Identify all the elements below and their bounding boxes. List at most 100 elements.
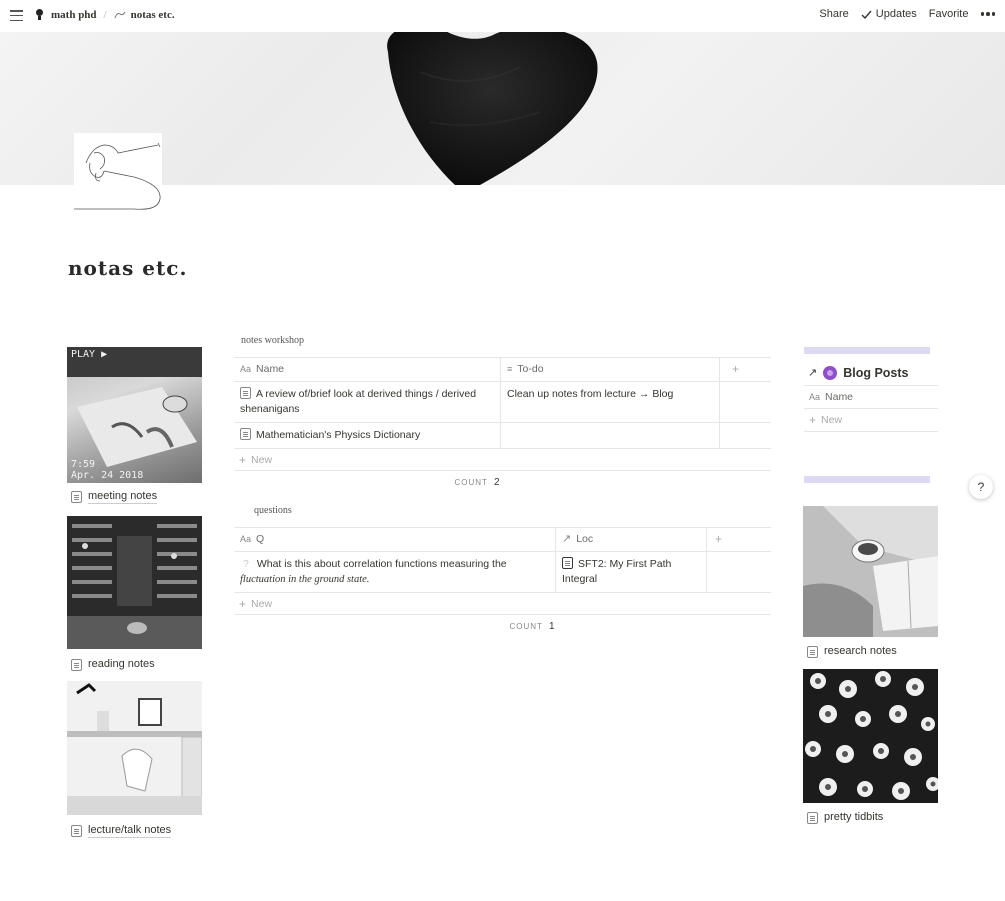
check-icon <box>861 10 872 19</box>
document-icon <box>71 658 82 671</box>
count-value: 2 <box>493 477 500 488</box>
vhs-date: Apr. 24 2018 <box>71 470 144 481</box>
row-todo-cell[interactable]: Clean up notes from lecture → Blog <box>501 382 720 422</box>
share-button[interactable]: Share <box>819 8 848 20</box>
row-name: A review of/brief look at derived things… <box>240 388 477 415</box>
more-options-icon[interactable] <box>980 12 995 16</box>
updates-button[interactable]: Updates <box>861 8 917 20</box>
table-row[interactable]: Mathematician's Physics Dictionary <box>234 422 771 448</box>
table-row[interactable]: ? What is this about correlation function… <box>234 551 771 592</box>
empty-cell <box>707 552 771 592</box>
gallery-card-reading-notes[interactable]: reading notes <box>67 516 202 671</box>
document-icon <box>807 645 818 658</box>
linked-page-icon <box>562 557 573 569</box>
breadcrumb-label: notas etc. <box>130 9 175 21</box>
count-label: COUNT <box>454 478 488 487</box>
gallery-card-research-notes[interactable]: research notes <box>803 506 938 658</box>
card-label: lecture/talk notes <box>67 824 202 838</box>
card-label: reading notes <box>67 658 202 671</box>
top-actions: Share Updates Favorite <box>807 8 995 20</box>
gallery-card-lecture-notes[interactable]: lecture/talk notes <box>67 681 202 838</box>
daisies-photo <box>803 669 938 803</box>
count-value: 1 <box>548 621 555 632</box>
notes-workshop-title[interactable]: notes workshop <box>235 335 311 348</box>
document-icon <box>240 428 251 440</box>
row-q: What is this about correlation functions… <box>256 558 507 570</box>
card-title[interactable]: reading notes <box>88 658 155 671</box>
new-label: New <box>251 597 273 610</box>
db-title-text: notes workshop <box>241 335 305 346</box>
research-notes-thumbnail <box>803 506 938 637</box>
meeting-notes-thumbnail: PLAY ▶ 7:59 Apr. 24 2018 <box>67 347 202 483</box>
column-header-q[interactable]: Aa Q <box>234 528 556 551</box>
row-loc-cell[interactable]: SFT2: My First Path Integral <box>556 552 707 592</box>
add-column-button[interactable]: + <box>720 358 771 381</box>
document-icon <box>807 811 818 824</box>
column-header-todo[interactable]: ≡ To-do <box>501 358 720 381</box>
favorite-button[interactable]: Favorite <box>929 8 969 20</box>
text-property-icon: Aa <box>240 534 252 544</box>
breadcrumb-item-math-phd[interactable]: math phd <box>35 9 97 21</box>
pretty-tidbits-thumbnail <box>803 669 938 803</box>
question-mark-icon: ? <box>243 558 249 570</box>
card-title[interactable]: lecture/talk notes <box>88 824 172 838</box>
card-title[interactable]: research notes <box>824 645 897 658</box>
count-footer: COUNT 1 <box>234 621 830 632</box>
vhs-time: 7:59 <box>71 459 96 470</box>
gallery-card-meeting-notes[interactable]: PLAY ▶ 7:59 Apr. 24 2018 meeting notes <box>67 347 202 504</box>
row-name-cell[interactable]: A review of/brief look at derived things… <box>234 382 501 422</box>
card-title[interactable]: meeting notes <box>88 490 158 504</box>
pen-drawing-icon <box>114 11 126 19</box>
count-footer: COUNT 2 <box>234 477 720 488</box>
blog-title: Blog Posts <box>843 365 909 380</box>
plus-icon: + <box>239 452 247 467</box>
document-icon <box>71 825 82 837</box>
breadcrumb-separator: / <box>103 9 107 21</box>
column-header-loc[interactable]: ↗ Loc <box>556 528 707 551</box>
blog-column-header[interactable]: Aa Name <box>804 386 938 409</box>
blog-emoji-icon <box>823 365 838 380</box>
row-todo-cell[interactable] <box>501 423 720 448</box>
blog-add-row-button[interactable]: + New <box>804 409 938 432</box>
text-lines-icon: ≡ <box>507 364 513 374</box>
page-icon[interactable] <box>74 133 162 213</box>
help-button[interactable]: ? <box>969 475 993 499</box>
column-label: Loc <box>576 533 594 545</box>
highlight-bar <box>804 347 930 354</box>
lecture-notes-thumbnail <box>67 681 202 815</box>
table-row[interactable]: A review of/brief look at derived things… <box>234 381 771 422</box>
plus-icon: + <box>239 596 247 611</box>
document-icon <box>71 491 82 503</box>
page-title: notas etc. <box>68 256 188 280</box>
card-title[interactable]: pretty tidbits <box>824 811 883 824</box>
top-bar: math phd / notas etc. Share Updates Favo… <box>0 0 1005 32</box>
table-header: Aa Q ↗ Loc + <box>234 527 771 551</box>
updates-label: Updates <box>875 8 917 20</box>
empty-cell <box>720 423 771 448</box>
row-q-cell[interactable]: ? What is this about correlation function… <box>234 552 556 592</box>
row-name: Mathematician's Physics Dictionary <box>256 429 421 441</box>
card-label: meeting notes <box>67 490 202 504</box>
row-loc[interactable]: SFT2: My First Path Integral <box>562 558 671 585</box>
link-arrow-icon: ↗ <box>808 367 818 379</box>
text-property-icon: Aa <box>240 364 252 374</box>
column-label: Name <box>825 391 854 403</box>
play-overlay: PLAY ▶ <box>71 349 108 360</box>
vhs-timestamp: 7:59 Apr. 24 2018 <box>71 459 143 481</box>
add-column-button[interactable]: + <box>707 528 771 551</box>
lightbulb-icon <box>35 9 44 21</box>
card-label: research notes <box>803 645 938 658</box>
card-label: pretty tidbits <box>803 811 938 824</box>
blog-header[interactable]: ↗ Blog Posts <box>804 360 938 386</box>
desk-room-photo <box>67 681 202 815</box>
breadcrumb-item-notas[interactable]: notas etc. <box>114 9 175 21</box>
menu-icon[interactable] <box>10 10 23 21</box>
questions-table: Aa Q ↗ Loc + ? What is this about correlati… <box>234 527 771 632</box>
row-name-cell[interactable]: Mathematician's Physics Dictionary <box>234 423 501 448</box>
document-icon <box>240 387 251 399</box>
column-header-name[interactable]: Aa Name <box>234 358 501 381</box>
add-row-button[interactable]: + New <box>234 592 771 615</box>
gallery-card-pretty-tidbits[interactable]: pretty tidbits <box>803 669 938 824</box>
add-row-button[interactable]: + New <box>234 448 771 471</box>
questions-title[interactable]: questions <box>236 505 310 518</box>
